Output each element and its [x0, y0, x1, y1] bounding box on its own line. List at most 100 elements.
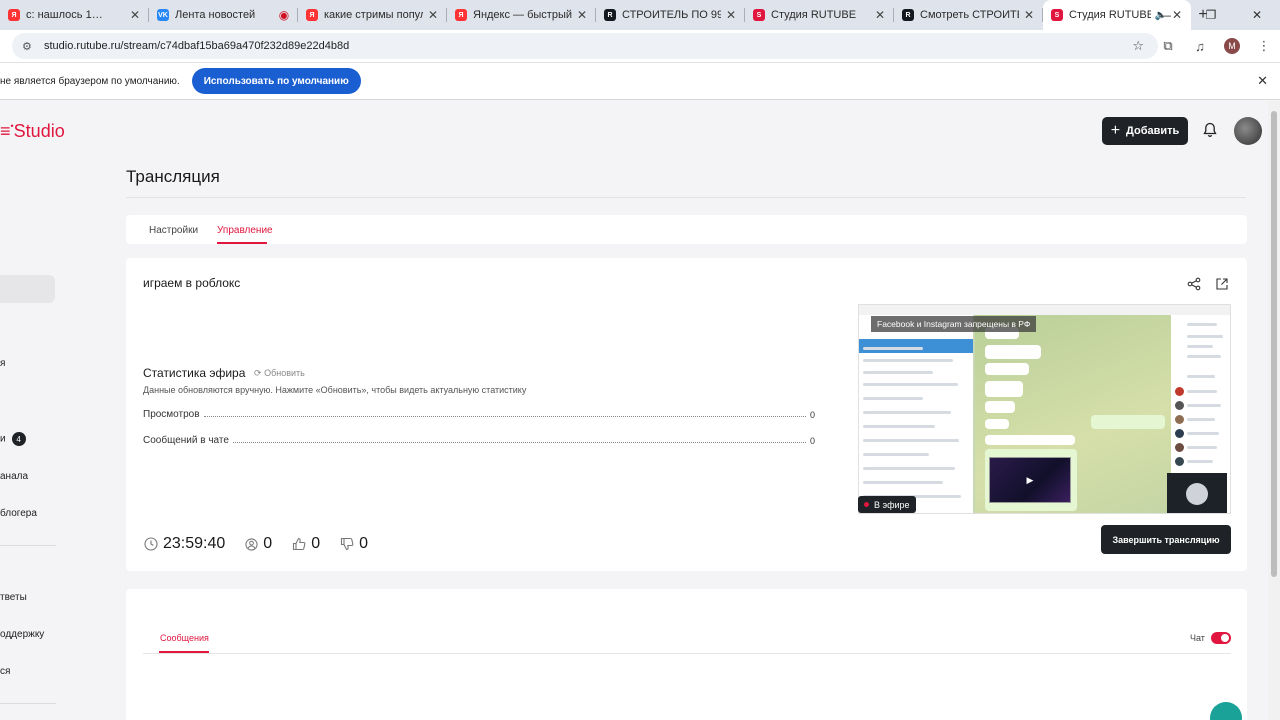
sidebar-divider — [0, 703, 56, 704]
divider — [143, 653, 1231, 654]
yandex-icon: Я — [8, 9, 20, 21]
stream-metrics: 23:59:40 0 0 0 — [144, 534, 388, 554]
toolbar-icons: ⧉ ♫ M ⋮ — [1152, 30, 1280, 62]
browser-tab[interactable]: Я какие стримы популярны ✕ — [298, 0, 447, 30]
viewers-metric: 0 — [245, 535, 272, 553]
browser-tab[interactable]: VK Лента новостей ◉ — [149, 0, 298, 30]
vk-icon: VK — [157, 9, 169, 21]
minimize-icon[interactable]: — — [1142, 0, 1188, 30]
active-tab-underline — [217, 242, 267, 244]
set-default-button[interactable]: Использовать по умолчанию — [191, 68, 361, 94]
clock-icon — [144, 537, 158, 551]
stream-timer: 23:59:40 — [163, 535, 226, 552]
chat-toggle[interactable] — [1211, 632, 1231, 644]
browser-tab[interactable]: Я Яндекс — быстрый поиск ✕ — [447, 0, 596, 30]
end-stream-button[interactable]: Завершить трансляцию — [1101, 525, 1231, 554]
tab-title: СТРОИТЕЛЬ ПО 99. Смо… — [622, 9, 721, 21]
live-badge: В эфире — [858, 496, 916, 513]
menu-icon[interactable]: ⋮ — [1248, 38, 1280, 54]
yandex-icon: Я — [455, 9, 467, 21]
webcam-overlay — [1167, 473, 1227, 513]
browser-tab[interactable]: S Студия RUTUBE ✕ — [745, 0, 894, 30]
dislikes-count: 0 — [359, 535, 368, 552]
stats-title: Статистика эфира — [143, 366, 246, 380]
scrollbar-thumb[interactable] — [1271, 111, 1277, 577]
extensions-icon[interactable]: ⧉ — [1152, 38, 1184, 54]
browser-tab[interactable]: Я с: нашлось 1… ✕ — [0, 0, 149, 30]
stat-row-views: Просмотров 0 — [143, 406, 815, 420]
bell-icon[interactable] — [1202, 122, 1218, 142]
sidebar-divider — [0, 545, 56, 546]
sidebar: я и4 анала блогера тветы оддержку ся — [0, 101, 60, 720]
close-icon[interactable]: ✕ — [129, 8, 141, 22]
profile-avatar[interactable]: M — [1224, 38, 1240, 54]
viewer-icon — [245, 537, 258, 551]
url-field[interactable]: ⚙ studio.rutube.ru/stream/c74dbaf15ba69a… — [12, 33, 1158, 59]
thumbs-down-icon — [341, 537, 354, 551]
close-icon[interactable]: ✕ — [427, 8, 439, 22]
play-icon: ▶ — [989, 457, 1071, 503]
rutube-studio-icon: S — [753, 9, 765, 21]
divider — [126, 197, 1246, 198]
tab-title: Студия RUTUBE — [1069, 9, 1151, 21]
rutube-icon: R — [604, 9, 616, 21]
viewers-count: 0 — [263, 535, 273, 552]
tab-settings[interactable]: Настройки — [149, 225, 198, 236]
window-controls: — ❐ ✕ — [1142, 0, 1280, 30]
sidebar-item-label[interactable]: блогера — [0, 508, 37, 519]
add-button[interactable]: + Добавить — [1102, 117, 1188, 145]
close-window-icon[interactable]: ✕ — [1234, 0, 1280, 30]
page-title: Трансляция — [126, 167, 220, 186]
stat-label: Просмотров — [143, 409, 200, 420]
refresh-button[interactable]: ⟳ Обновить — [254, 368, 305, 379]
url-text: studio.rutube.ru/stream/c74dbaf15ba69a47… — [44, 40, 350, 52]
rutube-icon: R — [902, 9, 914, 21]
sidebar-item-label[interactable]: ся — [0, 666, 10, 677]
close-icon[interactable]: ✕ — [725, 8, 737, 22]
stream-card: играем в роблокс Статистика эфира ⟳ Обно… — [126, 258, 1247, 571]
tab-title: Яндекс — быстрый поиск — [473, 9, 572, 21]
close-icon[interactable]: ✕ — [874, 8, 886, 22]
sidebar-item-label[interactable]: оддержку — [0, 629, 44, 640]
timer-metric: 23:59:40 — [144, 535, 225, 553]
user-icon — [1186, 483, 1208, 505]
tab-messages[interactable]: Сообщения — [160, 633, 209, 643]
site-settings-icon[interactable]: ⚙ — [22, 40, 36, 53]
address-bar: ⚙ studio.rutube.ru/stream/c74dbaf15ba69a… — [0, 30, 1280, 62]
close-icon[interactable]: ✕ — [576, 8, 588, 22]
browser-tab[interactable]: R СТРОИТЕЛЬ ПО 99. Смо… ✕ — [596, 0, 745, 30]
messages-card: Сообщения Чат — [126, 589, 1247, 720]
default-browser-infobar: не является браузером по умолчанию. Испо… — [0, 62, 1280, 100]
browser-tab-strip: Я с: нашлось 1… ✕ VK Лента новостей ◉ Я … — [0, 0, 1280, 30]
tab-title: Смотреть СТРОИТЕЛЬ П… — [920, 9, 1019, 21]
sidebar-item-label[interactable]: я — [0, 358, 5, 369]
media-control-icon[interactable]: ♫ — [1184, 39, 1216, 54]
plus-icon: + — [1110, 122, 1121, 139]
page-scrollbar[interactable] — [1268, 101, 1280, 720]
stream-title: играем в роблокс — [143, 276, 241, 290]
external-link-icon[interactable] — [1215, 277, 1229, 291]
browser-tab[interactable]: R Смотреть СТРОИТЕЛЬ П… ✕ — [894, 0, 1043, 30]
tab-title: Лента новостей — [175, 9, 256, 21]
share-icon[interactable] — [1187, 277, 1201, 291]
sidebar-item-label[interactable]: анала — [0, 471, 28, 482]
preview-banner: Facebook и Instagram запрещены в РФ — [871, 316, 1037, 332]
likes-count: 0 — [311, 535, 321, 552]
tab-title: с: нашлось 1… — [26, 9, 103, 21]
avatar[interactable] — [1234, 117, 1262, 145]
sidebar-item-label[interactable]: тветы — [0, 592, 27, 603]
rutube-studio-icon: S — [1051, 9, 1063, 21]
recording-icon: ◉ — [278, 8, 290, 22]
tab-management[interactable]: Управление — [217, 225, 273, 236]
close-icon[interactable]: ✕ — [1257, 73, 1268, 89]
stream-preview[interactable]: Facebook и Instagram запрещены в РФ ▶ — [858, 304, 1231, 514]
sidebar-item-active[interactable] — [0, 275, 55, 303]
page-tabs: Настройки Управление — [126, 215, 1247, 244]
close-icon[interactable]: ✕ — [1023, 8, 1035, 22]
yandex-icon: Я — [306, 9, 318, 21]
sidebar-item-label[interactable]: и4 — [0, 432, 26, 446]
tab-title: Студия RUTUBE — [771, 9, 857, 21]
restore-icon[interactable]: ❐ — [1188, 0, 1234, 30]
bookmark-star-icon[interactable]: ☆ — [1132, 38, 1144, 54]
studio-page: ≡•Studio + Добавить я и4 анала блогера тв… — [0, 101, 1268, 720]
